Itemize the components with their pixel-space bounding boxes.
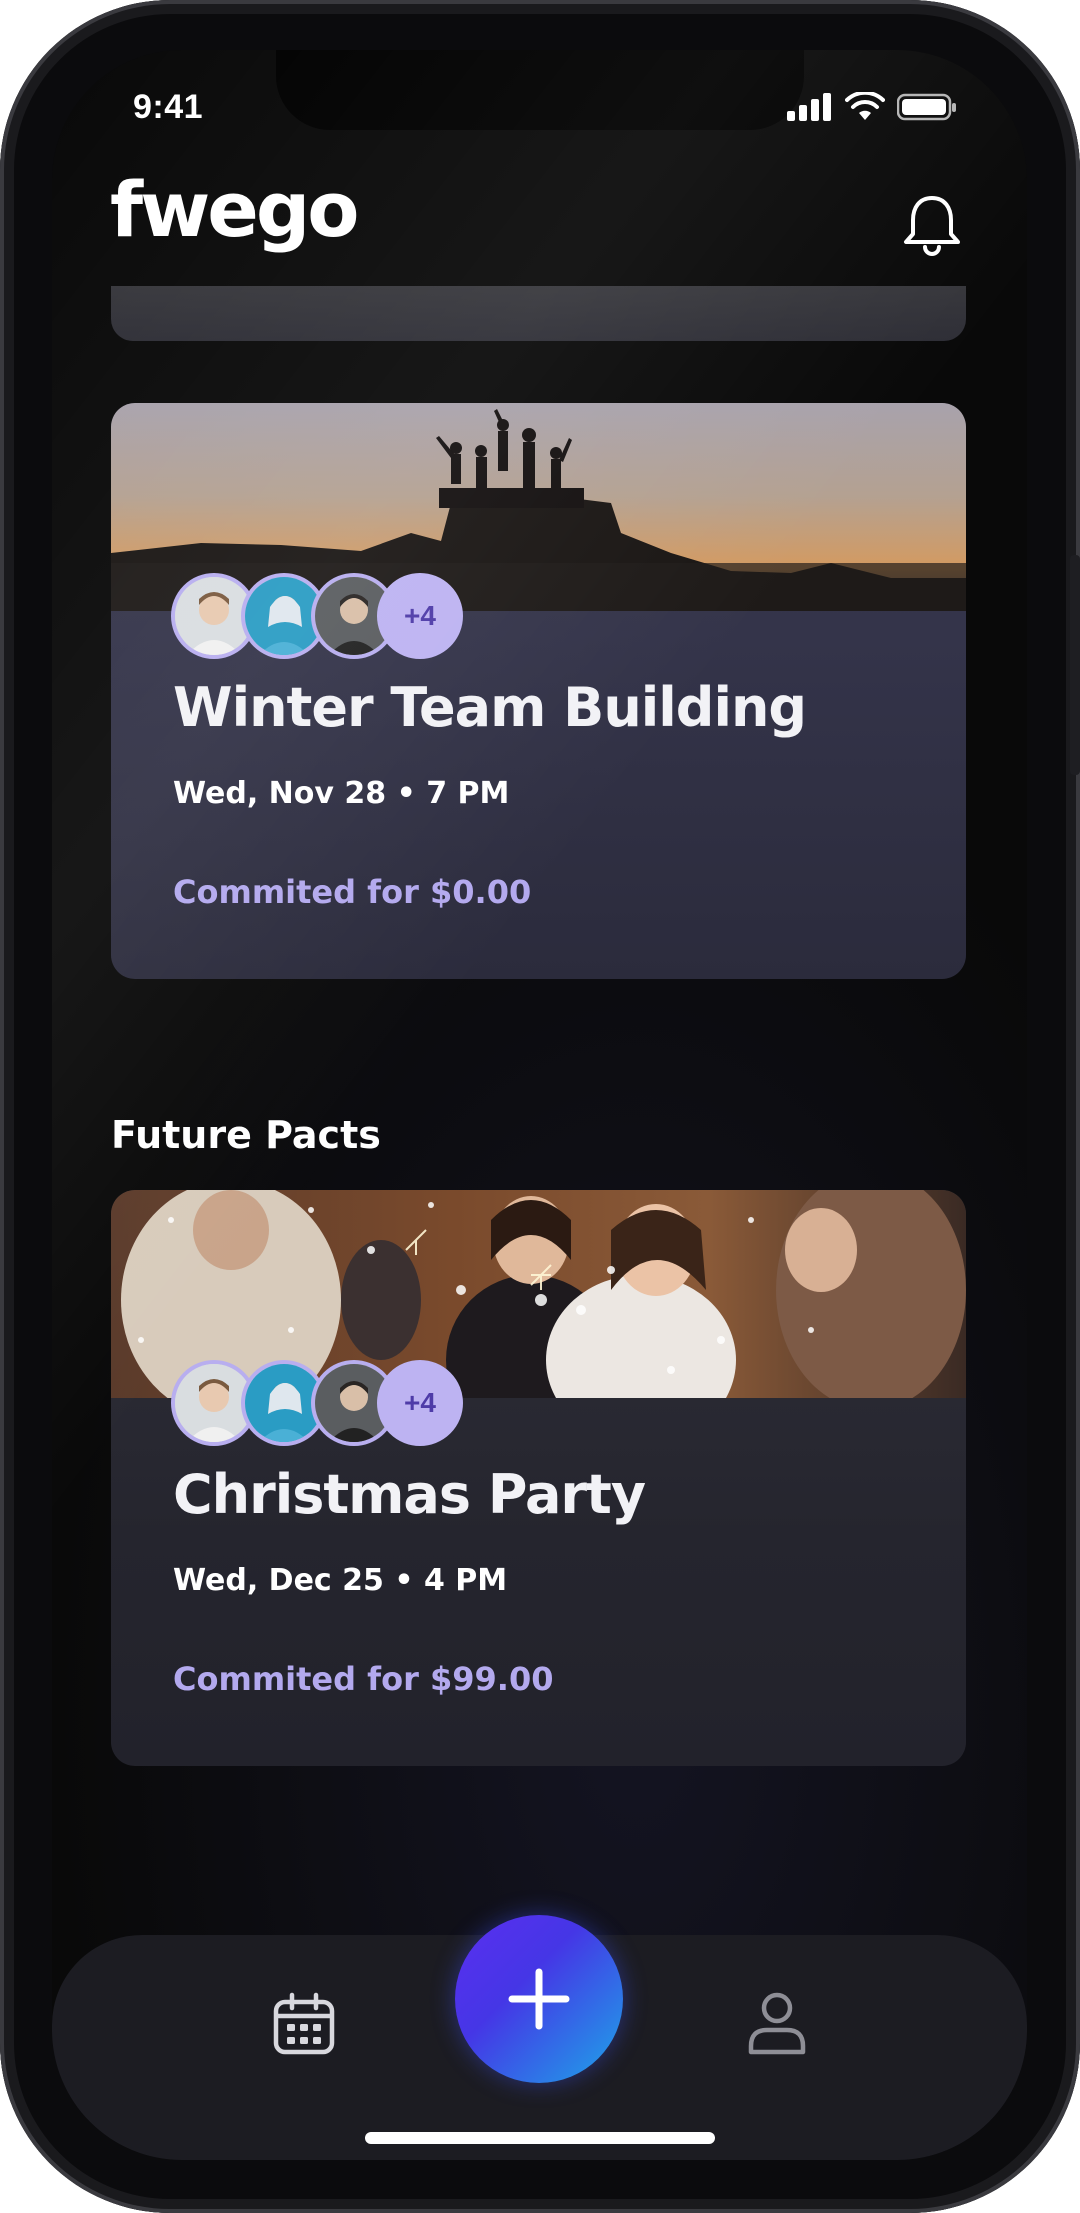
status-time: 9:41 [133, 88, 204, 126]
user-icon[interactable] [745, 1990, 809, 2056]
event-image [111, 1190, 966, 1398]
wifi-icon [845, 92, 885, 120]
app-logo: fwego [110, 165, 359, 254]
cellular-signal-icon [787, 93, 831, 121]
event-card-christmas-party[interactable]: +4 Christmas Party Wed, Dec 25 • 4 PM Co… [111, 1190, 966, 1766]
event-commitment: Commited for $0.00 [173, 873, 532, 911]
event-date: Wed, Nov 28 • 7 PM [173, 776, 510, 811]
event-title: Christmas Party [173, 1463, 646, 1526]
home-indicator [365, 2132, 715, 2144]
calendar-icon[interactable] [272, 1992, 336, 2056]
section-title-future-pacts: Future Pacts [111, 1113, 381, 1157]
battery-icon [897, 93, 956, 121]
event-card-winter-team-building[interactable]: +4 Winter Team Building Wed, Nov 28 • 7 … [111, 403, 966, 979]
plus-icon [508, 1968, 570, 2030]
previous-card-edge[interactable] [111, 286, 966, 341]
event-date: Wed, Dec 25 • 4 PM [173, 1563, 508, 1598]
event-commitment: Commited for $99.00 [173, 1660, 554, 1698]
add-pact-button[interactable] [455, 1915, 623, 2083]
more-participants-badge[interactable]: +4 [377, 1360, 463, 1446]
status-icons [787, 92, 957, 122]
event-image [111, 403, 966, 611]
notch [276, 50, 804, 130]
app-screen: 9:41 fwego +4 Winter Team Building Wed, … [52, 50, 1027, 2160]
bell-icon[interactable] [897, 190, 967, 260]
side-button [1070, 555, 1080, 775]
event-title: Winter Team Building [173, 676, 807, 739]
more-participants-badge[interactable]: +4 [377, 573, 463, 659]
